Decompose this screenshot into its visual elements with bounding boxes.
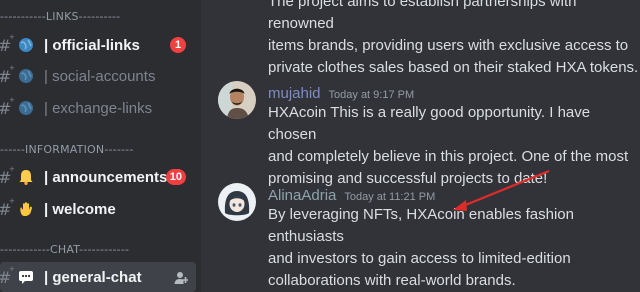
speech-bubble-icon [16, 269, 36, 285]
globe-icon [16, 68, 36, 84]
globe-icon [16, 100, 36, 116]
channel-official-links[interactable]: #+ | official-links 1 [0, 30, 196, 60]
category-links[interactable]: -----------LINKS---------- [0, 10, 201, 23]
category-chat[interactable]: ------------CHAT------------ [0, 243, 201, 256]
globe-icon [16, 37, 36, 53]
channel-label: | welcome [44, 200, 116, 218]
channel-exchange-links[interactable]: #+ | exchange-links [0, 93, 196, 123]
channel-sidebar: -----------LINKS---------- #+ | official… [0, 0, 201, 292]
annotation-arrow-icon [453, 169, 550, 211]
channel-welcome[interactable]: #+ | welcome [0, 194, 196, 224]
category-information[interactable]: ------INFORMATION------- [0, 143, 201, 156]
mention-badge: 1 [170, 37, 186, 53]
mention-badge: 10 [165, 169, 186, 185]
channel-social-accounts[interactable]: #+ | social-accounts [0, 61, 196, 91]
bell-icon [16, 169, 36, 185]
message-list: The project aims to establish partnershi… [201, 0, 640, 292]
text-channel-icon: #+ [0, 164, 15, 187]
add-member-icon[interactable] [174, 270, 188, 289]
text-channel-icon: #+ [0, 32, 15, 55]
channel-general-chat[interactable]: #+ | general-chat [0, 262, 196, 292]
channel-label: | official-links [44, 36, 140, 54]
channel-label: | exchange-links [44, 99, 153, 117]
text-channel-icon: #+ [0, 95, 15, 118]
channel-label: | general-chat [44, 268, 142, 286]
text-channel-icon: #+ [0, 264, 15, 287]
text-channel-icon: #+ [0, 196, 15, 219]
channel-label: | announcements [44, 168, 168, 186]
text-channel-icon: #+ [0, 63, 15, 86]
channel-label: | social-accounts [44, 67, 156, 85]
channel-announcements[interactable]: #+ | announcements 10 [0, 162, 196, 192]
waving-hand-icon [16, 201, 36, 217]
